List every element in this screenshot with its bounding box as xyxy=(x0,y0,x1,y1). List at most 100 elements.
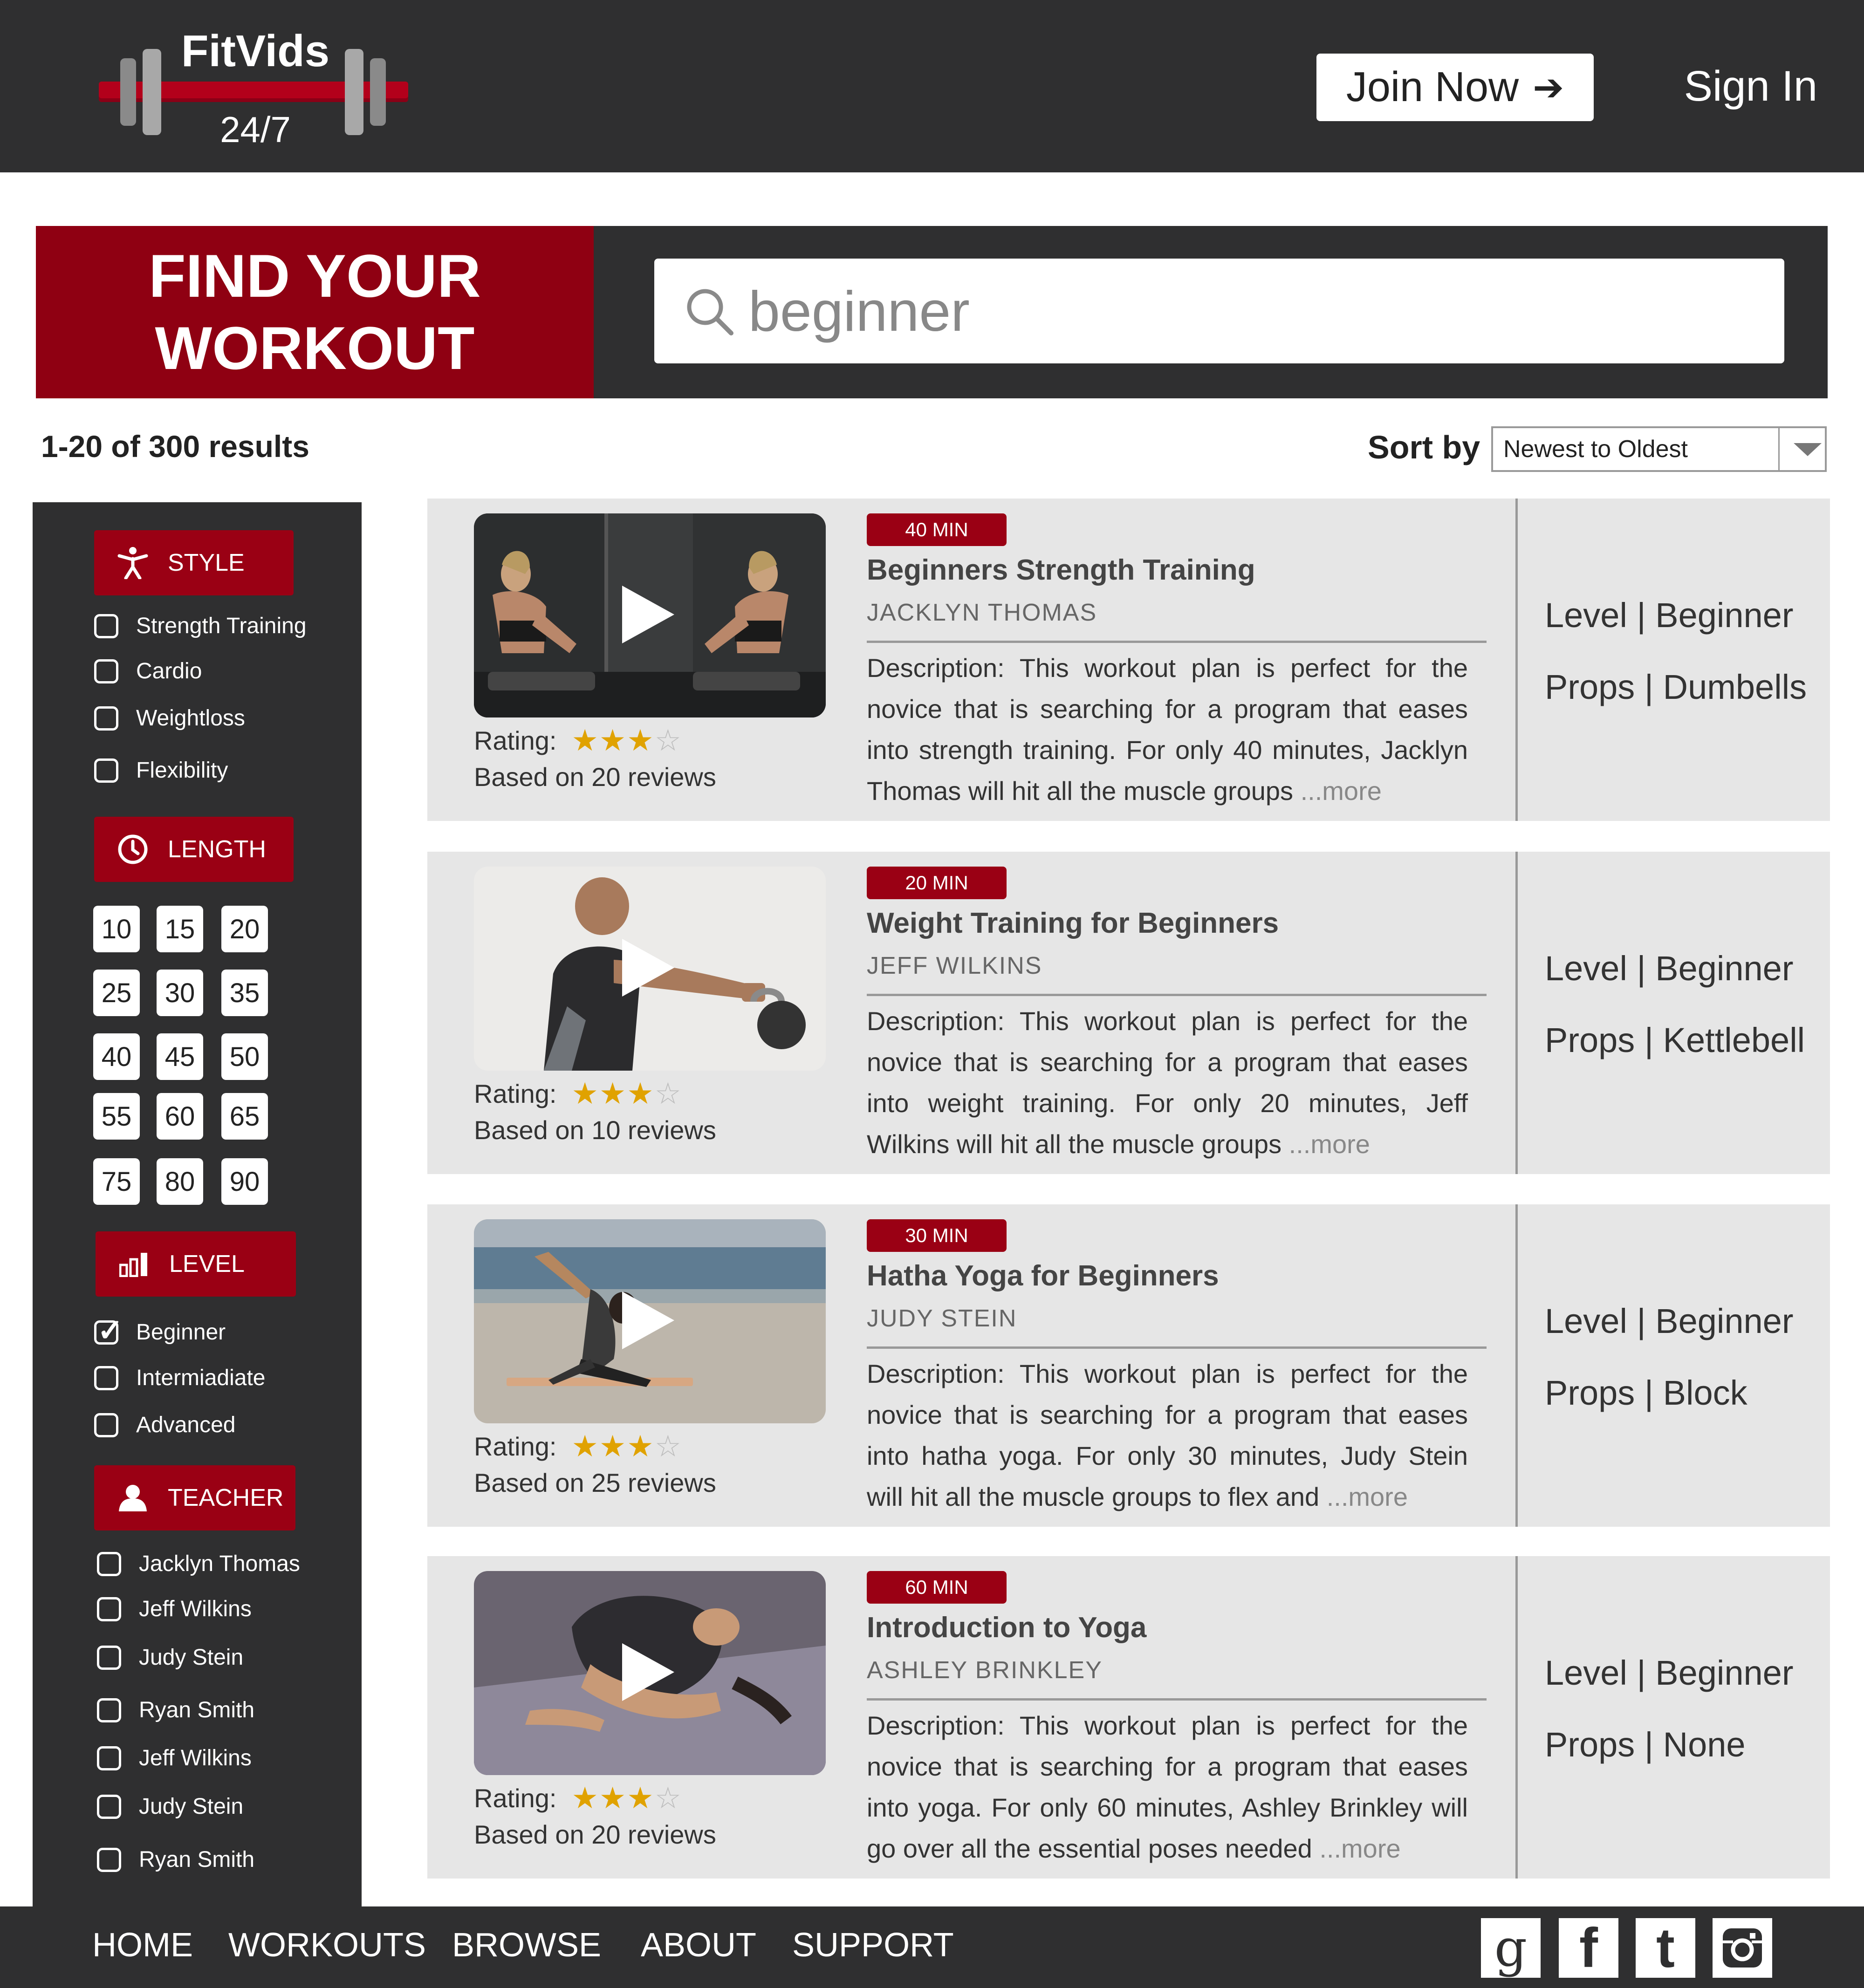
filter-level-option[interactable]: Intermiadiate xyxy=(94,1365,265,1391)
facebook-icon[interactable]: f xyxy=(1559,1917,1618,1979)
length-option-button[interactable]: 90 xyxy=(221,1158,268,1205)
checkbox[interactable] xyxy=(97,1794,121,1819)
checkbox[interactable] xyxy=(97,1698,121,1722)
footer-nav-browse[interactable]: BROWSE xyxy=(452,1926,601,1964)
workout-description: Description: This workout plan is perfec… xyxy=(867,1705,1468,1869)
workout-title[interactable]: Introduction to Yoga xyxy=(867,1611,1146,1644)
length-option-button[interactable]: 25 xyxy=(93,970,140,1016)
teacher-name[interactable]: JEFF WILKINS xyxy=(867,952,1042,980)
checkbox[interactable] xyxy=(97,1597,121,1621)
checkbox[interactable] xyxy=(97,1551,121,1576)
checkbox[interactable] xyxy=(94,706,118,731)
dumbbell-plate xyxy=(143,49,161,135)
level-info: Level | Beginner xyxy=(1545,596,1794,635)
workout-card[interactable]: Rating: ★★★☆ Based on 10 reviews 20 MIN … xyxy=(427,852,1830,1174)
filter-teacher-option[interactable]: Jacklyn Thomas xyxy=(97,1551,300,1577)
option-label: Jeff Wilkins xyxy=(139,1597,252,1621)
checkbox[interactable] xyxy=(94,758,118,783)
workout-title[interactable]: Hatha Yoga for Beginners xyxy=(867,1259,1219,1292)
length-option-button[interactable]: 80 xyxy=(157,1158,203,1205)
fitvids-logo[interactable]: FitVids 24/7 xyxy=(97,26,414,151)
length-option-button[interactable]: 60 xyxy=(157,1093,203,1140)
video-thumbnail[interactable] xyxy=(474,1571,826,1775)
play-icon[interactable] xyxy=(622,586,674,643)
length-option-button[interactable]: 35 xyxy=(221,970,268,1016)
option-label: Judy Stein xyxy=(139,1794,244,1819)
duration-badge: 20 MIN xyxy=(867,867,1007,899)
footer-nav-about[interactable]: ABOUT xyxy=(641,1926,756,1964)
join-now-button[interactable]: Join Now ➔ xyxy=(1316,54,1594,121)
teacher-name[interactable]: JUDY STEIN xyxy=(867,1305,1017,1332)
play-icon[interactable] xyxy=(622,1291,674,1349)
sign-in-link[interactable]: Sign In xyxy=(1668,56,1817,116)
sort-dropdown[interactable]: Newest to Oldest xyxy=(1491,426,1827,472)
filter-teacher-option[interactable]: Ryan Smith xyxy=(97,1697,254,1723)
video-thumbnail[interactable] xyxy=(474,513,826,717)
length-option-button[interactable]: 55 xyxy=(93,1093,140,1140)
teacher-name[interactable]: JACKLYN THOMAS xyxy=(867,599,1097,627)
checkbox[interactable] xyxy=(97,1746,121,1770)
more-link[interactable]: ...more xyxy=(1301,776,1382,806)
workout-card[interactable]: Rating: ★★★☆ Based on 20 reviews 40 MIN … xyxy=(427,499,1830,821)
length-option-button[interactable]: 20 xyxy=(221,906,268,952)
filter-teacher-option[interactable]: Judy Stein xyxy=(97,1794,243,1819)
play-icon[interactable] xyxy=(622,1643,674,1701)
workout-title[interactable]: Weight Training for Beginners xyxy=(867,907,1279,940)
vertical-divider xyxy=(1515,1204,1518,1527)
filter-length-header[interactable]: LENGTH xyxy=(94,817,294,882)
workout-card[interactable]: Rating: ★★★☆ Based on 25 reviews 30 MIN … xyxy=(427,1204,1830,1527)
filter-sidebar: STYLE Strength Training Cardio Weightlos… xyxy=(33,502,362,1914)
filter-style-option[interactable]: Strength Training xyxy=(94,613,307,639)
footer-nav-support[interactable]: SUPPORT xyxy=(792,1926,954,1964)
filter-teacher-header[interactable]: TEACHER xyxy=(94,1465,295,1530)
checkbox[interactable] xyxy=(97,1645,121,1670)
search-input[interactable] xyxy=(747,275,1749,347)
bar-chart-icon xyxy=(118,1248,151,1280)
more-link[interactable]: ...more xyxy=(1319,1834,1400,1863)
footer-nav-home[interactable]: HOME xyxy=(92,1926,193,1964)
length-option-button[interactable]: 15 xyxy=(157,906,203,952)
filter-teacher-option[interactable]: Jeff Wilkins xyxy=(97,1745,252,1771)
filter-style-option[interactable]: Weightloss xyxy=(94,705,245,731)
chevron-down-icon[interactable] xyxy=(1794,443,1822,456)
more-link[interactable]: ...more xyxy=(1327,1482,1408,1511)
google-icon[interactable]: g xyxy=(1481,1918,1541,1978)
level-info: Level | Beginner xyxy=(1545,1302,1794,1340)
dumbbell-plate xyxy=(120,58,136,126)
length-option-button[interactable]: 30 xyxy=(157,970,203,1016)
video-thumbnail[interactable] xyxy=(474,1219,826,1423)
workout-title[interactable]: Beginners Strength Training xyxy=(867,553,1255,587)
search-box[interactable] xyxy=(654,259,1784,363)
rating-label: Rating: xyxy=(474,1079,557,1108)
more-link[interactable]: ...more xyxy=(1289,1129,1370,1159)
filter-teacher-option[interactable]: Jeff Wilkins xyxy=(97,1596,252,1622)
length-option-button[interactable]: 50 xyxy=(221,1033,268,1080)
length-option-button[interactable]: 45 xyxy=(157,1033,203,1080)
teacher-name[interactable]: ASHLEY BRINKLEY xyxy=(867,1656,1103,1684)
filter-style-option[interactable]: Flexibility xyxy=(94,758,228,783)
checkbox[interactable] xyxy=(94,614,118,638)
filter-level-option[interactable]: Beginner xyxy=(94,1312,226,1348)
length-option-button[interactable]: 75 xyxy=(93,1158,140,1205)
checkbox[interactable] xyxy=(94,659,118,683)
filter-teacher-option[interactable]: Judy Stein xyxy=(97,1645,243,1670)
tumblr-icon[interactable]: t xyxy=(1636,1917,1695,1979)
length-option-button[interactable]: 65 xyxy=(221,1093,268,1140)
footer-nav-workouts[interactable]: WORKOUTS xyxy=(228,1926,426,1964)
checkbox[interactable] xyxy=(94,1413,118,1437)
filter-style-header[interactable]: STYLE xyxy=(94,530,294,595)
sort-by-label: Sort by xyxy=(1368,429,1480,465)
instagram-icon[interactable] xyxy=(1713,1918,1772,1978)
checkbox[interactable] xyxy=(97,1847,121,1872)
play-icon[interactable] xyxy=(622,939,674,997)
filter-teacher-option[interactable]: Ryan Smith xyxy=(97,1847,254,1872)
filter-level-option[interactable]: Advanced xyxy=(94,1412,236,1438)
video-thumbnail[interactable] xyxy=(474,867,826,1071)
filter-style-option[interactable]: Cardio xyxy=(94,658,202,684)
workout-card[interactable]: Rating: ★★★☆ Based on 20 reviews 60 MIN … xyxy=(427,1556,1830,1879)
length-option-button[interactable]: 40 xyxy=(93,1033,140,1080)
checkbox[interactable] xyxy=(94,1366,118,1390)
length-option-button[interactable]: 10 xyxy=(93,906,140,952)
checkbox-checked[interactable] xyxy=(94,1312,123,1348)
filter-level-header[interactable]: LEVEL xyxy=(96,1231,296,1297)
